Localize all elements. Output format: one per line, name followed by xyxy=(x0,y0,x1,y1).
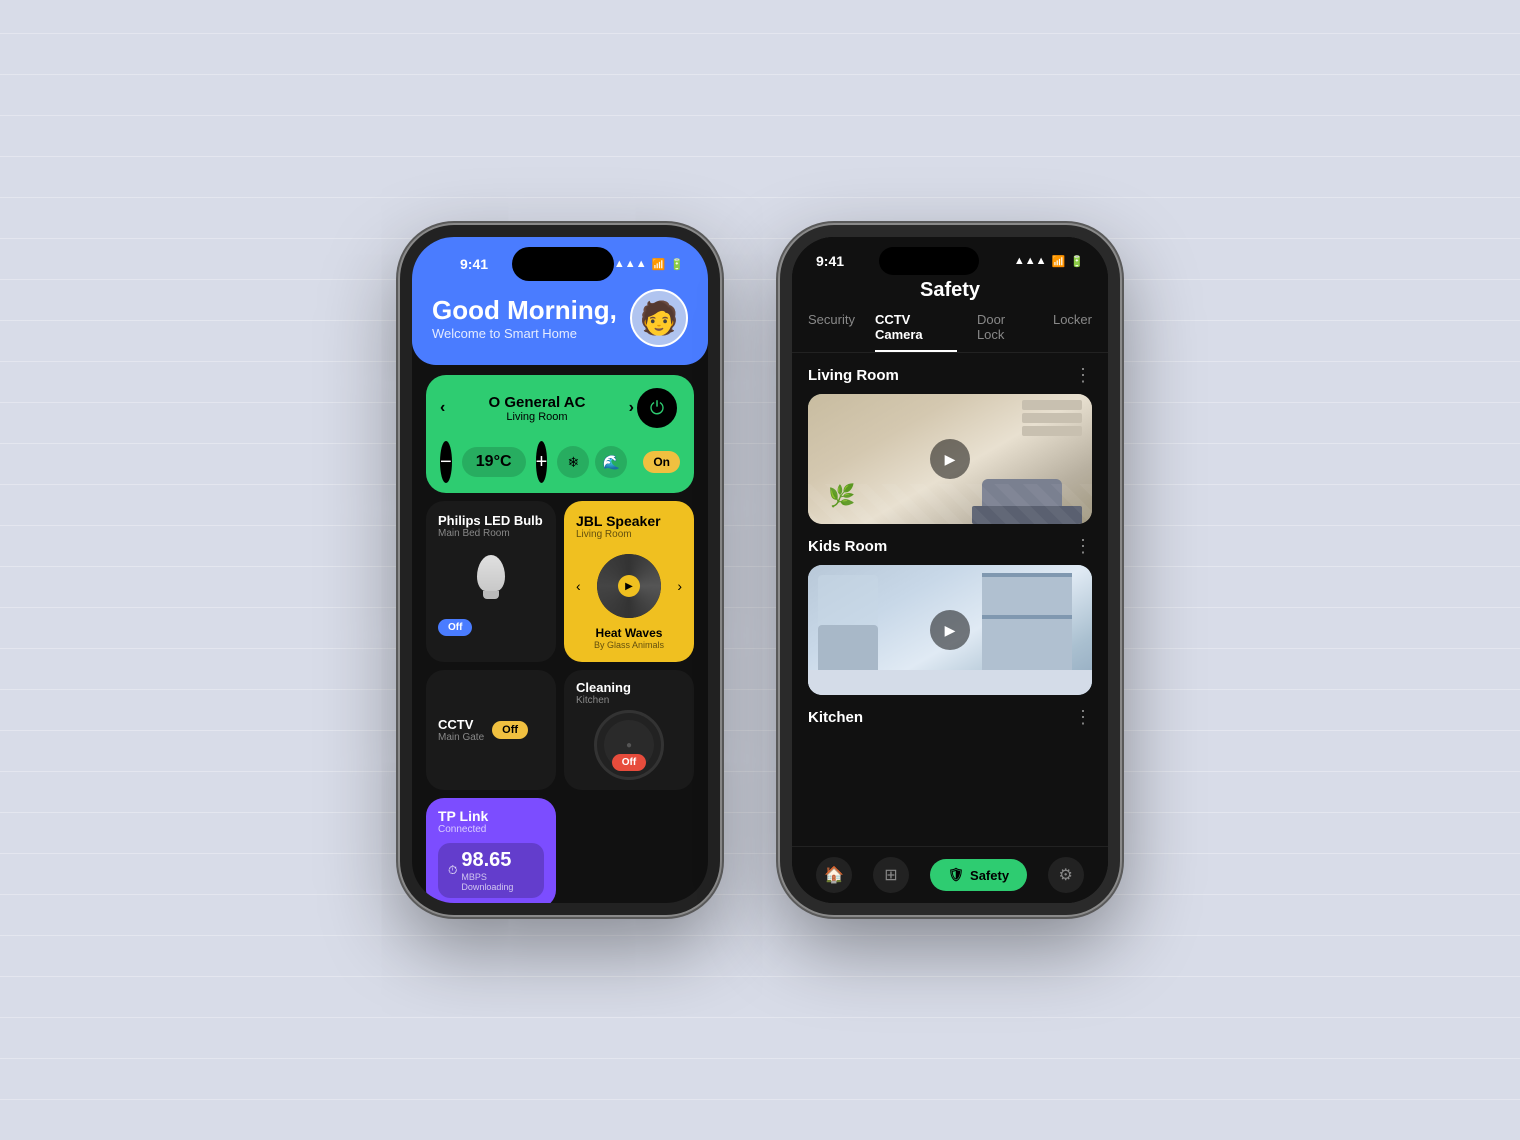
safety-home-tab-button[interactable]: 🏠 xyxy=(816,857,852,893)
safety-page-title: Safety xyxy=(812,279,1088,302)
speaker-prev-button[interactable]: ‹ xyxy=(576,578,581,594)
phone-safety: 9:41 ▲▲▲ 📶 🔋 Safety Security CCTV Camera… xyxy=(780,225,1120,915)
tplink-status: Connected xyxy=(438,824,544,835)
speaker-disk-inner: ▶ xyxy=(597,554,661,618)
safety-shield-icon: 🛡 xyxy=(948,867,965,883)
safety-header: Safety xyxy=(792,275,1108,312)
kitchen-title-partial: Kitchen xyxy=(808,709,863,726)
power-icon: ⏻ xyxy=(650,398,664,419)
cleaning-card[interactable]: Cleaning Kitchen ● Off xyxy=(564,670,694,790)
led-bulb-name: Philips LED Bulb xyxy=(438,513,543,528)
led-bulb-room: Main Bed Room xyxy=(438,528,510,539)
speaker-song-title: Heat Waves xyxy=(576,626,682,640)
ac-name: O General AC xyxy=(445,394,628,411)
ac-fan-icon[interactable]: ❄ xyxy=(557,446,589,478)
ac-card[interactable]: ‹ O General AC Living Room › ⏻ − 19°C + … xyxy=(426,375,694,493)
safety-safety-tab-button[interactable]: 🛡 Safety xyxy=(930,859,1028,891)
kids-room-title: Kids Room xyxy=(808,538,887,555)
cleaning-room: Kitchen xyxy=(576,695,631,706)
tplink-speed-value: 98.65 xyxy=(461,849,534,872)
speaker-name: JBL Speaker xyxy=(576,513,682,529)
safety-scroll-content: Living Room ⋮ 🌿 ▶ xyxy=(792,365,1108,846)
dynamic-island-phone2 xyxy=(879,247,979,275)
speaker-artist: By Glass Animals xyxy=(576,640,682,650)
status-icons-phone2: ▲▲▲ 📶 🔋 xyxy=(1014,255,1084,268)
speaker-card[interactable]: JBL Speaker Living Room ‹ ▶ › Heat Waves… xyxy=(564,501,694,662)
cctv-status[interactable]: Off xyxy=(492,721,528,739)
tab-cctv-camera[interactable]: CCTV Camera xyxy=(875,312,957,352)
middle-cards-grid: Philips LED Bulb Main Bed Room Off JBL S… xyxy=(426,501,694,662)
home-header: Good Morning, Welcome to Smart Home 🧑 xyxy=(412,281,708,365)
speaker-room: Living Room xyxy=(576,529,682,540)
robot-vacuum: ● Off xyxy=(594,710,664,780)
cleaning-status[interactable]: Off xyxy=(612,754,646,771)
speaker-play-button[interactable]: ▶ xyxy=(618,575,640,597)
cctv-info: CCTV Main Gate xyxy=(438,717,484,743)
cctv-card[interactable]: CCTV Main Gate Off xyxy=(426,670,556,790)
tab-security[interactable]: Security xyxy=(808,312,855,352)
tab-door-lock[interactable]: Door Lock xyxy=(977,312,1033,352)
living-room-camera-feed[interactable]: 🌿 ▶ xyxy=(808,394,1092,524)
bulb-shape xyxy=(477,555,505,591)
ac-mode-icon[interactable]: 🌊 xyxy=(595,446,627,478)
ac-room: Living Room xyxy=(445,411,628,423)
kitchen-more-button[interactable]: ⋮ xyxy=(1074,707,1092,728)
led-status-badge[interactable]: Off xyxy=(438,619,472,636)
ac-temperature: 19°C xyxy=(462,447,526,477)
tplink-card[interactable]: TP Link Connected ⏱ 98.65 MBPS Downloadi… xyxy=(426,798,556,903)
cctv-name: CCTV xyxy=(438,717,484,732)
cctv-location: Main Gate xyxy=(438,732,484,743)
speaker-disk: ▶ xyxy=(597,554,661,618)
dynamic-island-phone1 xyxy=(512,247,614,281)
safety-tab-bar: 🏠 ⊞ 🛡 Safety ⚙ xyxy=(792,846,1108,903)
status-icons-phone1: ▲▲▲ 📶 🔋 xyxy=(614,258,684,271)
kids-room-section: Kids Room ⋮ ▶ xyxy=(792,536,1108,695)
kids-room-more-button[interactable]: ⋮ xyxy=(1074,536,1092,557)
led-bulb-card[interactable]: Philips LED Bulb Main Bed Room Off xyxy=(426,501,556,662)
home-greeting: Good Morning, Welcome to Smart Home xyxy=(432,295,617,341)
living-room-more-button[interactable]: ⋮ xyxy=(1074,365,1092,386)
ac-power-button[interactable]: ⏻ xyxy=(634,385,680,431)
tplink-speed-label: MBPS Downloading xyxy=(461,872,534,892)
kitchen-section-partial: Kitchen ⋮ xyxy=(792,707,1108,736)
tab-locker[interactable]: Locker xyxy=(1053,312,1092,352)
ac-title-section: O General AC Living Room xyxy=(445,394,628,423)
living-room-section: Living Room ⋮ 🌿 ▶ xyxy=(792,365,1108,524)
greeting-subtitle: Welcome to Smart Home xyxy=(432,326,617,341)
status-time-phone2: 9:41 xyxy=(816,253,844,269)
living-room-play-button[interactable]: ▶ xyxy=(930,439,970,479)
ac-increase-button[interactable]: + xyxy=(536,441,548,483)
kids-room-play-button[interactable]: ▶ xyxy=(930,610,970,650)
living-room-title: Living Room xyxy=(808,367,899,384)
phone-smart-home: 9:41 ▲▲▲ 📶 🔋 Good Morning, Welcome to Sm… xyxy=(400,225,720,915)
ac-toggle[interactable]: On xyxy=(643,451,680,473)
safety-tab-label: Safety xyxy=(970,868,1009,883)
greeting-text: Good Morning, xyxy=(432,295,617,326)
speaker-next-button[interactable]: › xyxy=(677,578,682,594)
ac-decrease-button[interactable]: − xyxy=(440,441,452,483)
tplink-name: TP Link xyxy=(438,808,544,824)
safety-settings-tab-button[interactable]: ⚙ xyxy=(1048,857,1084,893)
kids-room-camera-feed[interactable]: ▶ xyxy=(808,565,1092,695)
tplink-speed-display: ⏱ 98.65 MBPS Downloading xyxy=(438,843,544,898)
avatar[interactable]: 🧑 xyxy=(630,289,688,347)
safety-grid-tab-button[interactable]: ⊞ xyxy=(873,857,909,893)
led-bulb-image xyxy=(466,547,516,607)
status-time-phone1: 9:41 xyxy=(436,252,512,276)
bulb-base xyxy=(483,591,499,599)
safety-tabs: Security CCTV Camera Door Lock Locker xyxy=(792,312,1108,353)
cleaning-name: Cleaning xyxy=(576,680,631,695)
